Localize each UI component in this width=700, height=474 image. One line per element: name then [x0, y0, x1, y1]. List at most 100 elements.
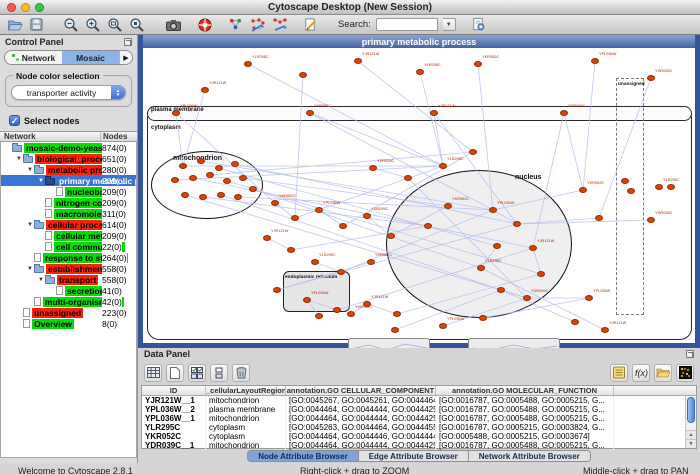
network-node[interactable] — [537, 271, 545, 277]
network-node[interactable] — [579, 187, 587, 193]
notes-icon[interactable] — [610, 364, 628, 382]
network-node[interactable] — [197, 158, 205, 164]
network-node[interactable] — [306, 110, 314, 116]
network-node[interactable] — [271, 200, 279, 206]
table-row[interactable]: YJR121W__1mitochondrion[GO:0045267, GO:0… — [142, 396, 696, 405]
zoom-window-button[interactable] — [35, 3, 44, 12]
network-node[interactable] — [206, 172, 214, 178]
network-node[interactable] — [474, 61, 482, 67]
network-node[interactable] — [529, 245, 537, 251]
table-column-header[interactable]: annotation.GO CELLULAR_COMPONENT — [286, 386, 436, 395]
network-node[interactable] — [172, 110, 180, 116]
table-row[interactable]: YPL036W__1mitochondrion[GO:0044464, GO:0… — [142, 414, 696, 423]
tree-row[interactable]: Overview8(0) — [1, 318, 136, 329]
search-dropdown-arrow[interactable]: ▼ — [443, 18, 456, 31]
formula-builder-icon[interactable]: f(x) — [632, 364, 650, 382]
network-node[interactable] — [416, 69, 424, 75]
network-node[interactable] — [513, 221, 521, 227]
network-node[interactable] — [363, 213, 371, 219]
matrix-view-icon[interactable] — [676, 364, 694, 382]
network-node[interactable] — [181, 192, 189, 198]
first-neighbors-icon[interactable] — [249, 16, 266, 33]
expand-arrow-icon[interactable]: ▼ — [37, 178, 45, 184]
network-node[interactable] — [369, 165, 377, 171]
network-node[interactable] — [337, 269, 345, 275]
table-column-header[interactable]: annotation.GO MOLECULAR_FUNCTION — [436, 386, 614, 395]
snapshot-icon[interactable] — [165, 16, 182, 33]
network-node[interactable] — [239, 175, 247, 181]
network-node[interactable] — [315, 313, 323, 319]
expand-arrow-icon[interactable]: ▼ — [15, 156, 23, 162]
tree-row[interactable]: macromolecule311(0) — [1, 208, 136, 219]
tree-row[interactable]: ▼metabolic process280(0) — [1, 164, 136, 175]
network-node[interactable] — [647, 217, 655, 223]
zoom-in-icon[interactable] — [84, 16, 101, 33]
table-row[interactable]: YDR039C__1mitochondrion[GO:0044464, GO:0… — [142, 441, 696, 450]
close-button[interactable] — [7, 3, 16, 12]
network-node[interactable] — [393, 311, 401, 317]
network-node[interactable] — [404, 175, 412, 181]
expand-arrow-icon[interactable]: ▼ — [37, 277, 45, 283]
attribute-grid-icon[interactable] — [144, 364, 162, 382]
tree-row[interactable]: cell communicat22(0) — [1, 241, 136, 252]
network-node[interactable] — [367, 259, 375, 265]
network-node[interactable] — [439, 323, 447, 329]
tree-row[interactable]: ▼establishment of lo558(0) — [1, 263, 136, 274]
network-node[interactable] — [215, 165, 223, 171]
delete-attribute-icon[interactable] — [232, 364, 250, 382]
network-node[interactable] — [391, 327, 399, 333]
network-node[interactable] — [189, 175, 197, 181]
network-node[interactable] — [444, 203, 452, 209]
tab-node-attribute-browser[interactable]: Node Attribute Browser — [247, 450, 359, 462]
expand-arrow-icon[interactable]: ▼ — [26, 266, 34, 272]
network-node[interactable] — [171, 177, 179, 183]
table-row[interactable]: YKR052Ccytoplasm[GO:0044464, GO:0044446,… — [142, 432, 696, 441]
network-node[interactable] — [667, 184, 675, 190]
network-node[interactable] — [489, 207, 497, 213]
table-scrollbar[interactable]: ▲ ▼ — [685, 396, 696, 448]
new-network-from-selection-icon[interactable] — [271, 16, 288, 33]
minimize-button[interactable] — [21, 3, 30, 12]
table-row[interactable]: YLR295Ccytoplasm[GO:0045263, GO:0044464,… — [142, 423, 696, 432]
tree-row[interactable]: unassigned223(0) — [1, 307, 136, 318]
table-column-header[interactable] — [614, 386, 696, 395]
table-column-header[interactable]: ID — [142, 386, 206, 395]
scroll-up-arrow[interactable]: ▲ — [686, 430, 696, 439]
select-attributes-icon[interactable] — [188, 364, 206, 382]
network-node[interactable] — [347, 311, 355, 317]
network-node[interactable] — [479, 315, 487, 321]
network-canvas[interactable]: plasma membrane cytoplasm mitochondrion … — [143, 48, 695, 343]
background-frame-fragment[interactable] — [468, 338, 560, 348]
expand-arrow-icon[interactable]: ▼ — [26, 222, 34, 228]
vizmapper-icon[interactable] — [227, 16, 244, 33]
open-session-icon[interactable] — [6, 16, 23, 33]
tree-row[interactable]: cellular metabo209(0) — [1, 230, 136, 241]
network-node[interactable] — [439, 163, 447, 169]
network-node[interactable] — [273, 287, 281, 293]
network-node[interactable] — [601, 327, 609, 333]
network-node[interactable] — [234, 194, 242, 200]
network-node[interactable] — [523, 295, 531, 301]
background-frame-fragment[interactable] — [348, 338, 430, 348]
network-node[interactable] — [387, 233, 395, 239]
zoom-fit-icon[interactable] — [106, 16, 123, 33]
tab-edge-attribute-browser[interactable]: Edge Attribute Browser — [359, 450, 469, 462]
network-node[interactable] — [595, 215, 603, 221]
network-node[interactable] — [263, 235, 271, 241]
network-node[interactable] — [571, 319, 579, 325]
network-node[interactable] — [315, 207, 323, 213]
float-panel-icon[interactable] — [124, 38, 132, 46]
tree-row[interactable]: multi-organism pro42(0) — [1, 296, 136, 307]
search-input[interactable] — [376, 18, 438, 31]
network-node[interactable] — [647, 75, 655, 81]
zoom-selected-icon[interactable] — [128, 16, 145, 33]
network-node[interactable] — [201, 87, 209, 93]
network-node[interactable] — [231, 161, 239, 167]
help-icon[interactable] — [196, 16, 213, 33]
network-node[interactable] — [339, 223, 347, 229]
tree-row[interactable]: ▼cellular process614(0) — [1, 219, 136, 230]
search-options-icon[interactable] — [470, 16, 487, 33]
tab-network[interactable]: Network — [5, 51, 62, 64]
annotations-icon[interactable] — [302, 16, 319, 33]
network-node[interactable] — [287, 247, 295, 253]
